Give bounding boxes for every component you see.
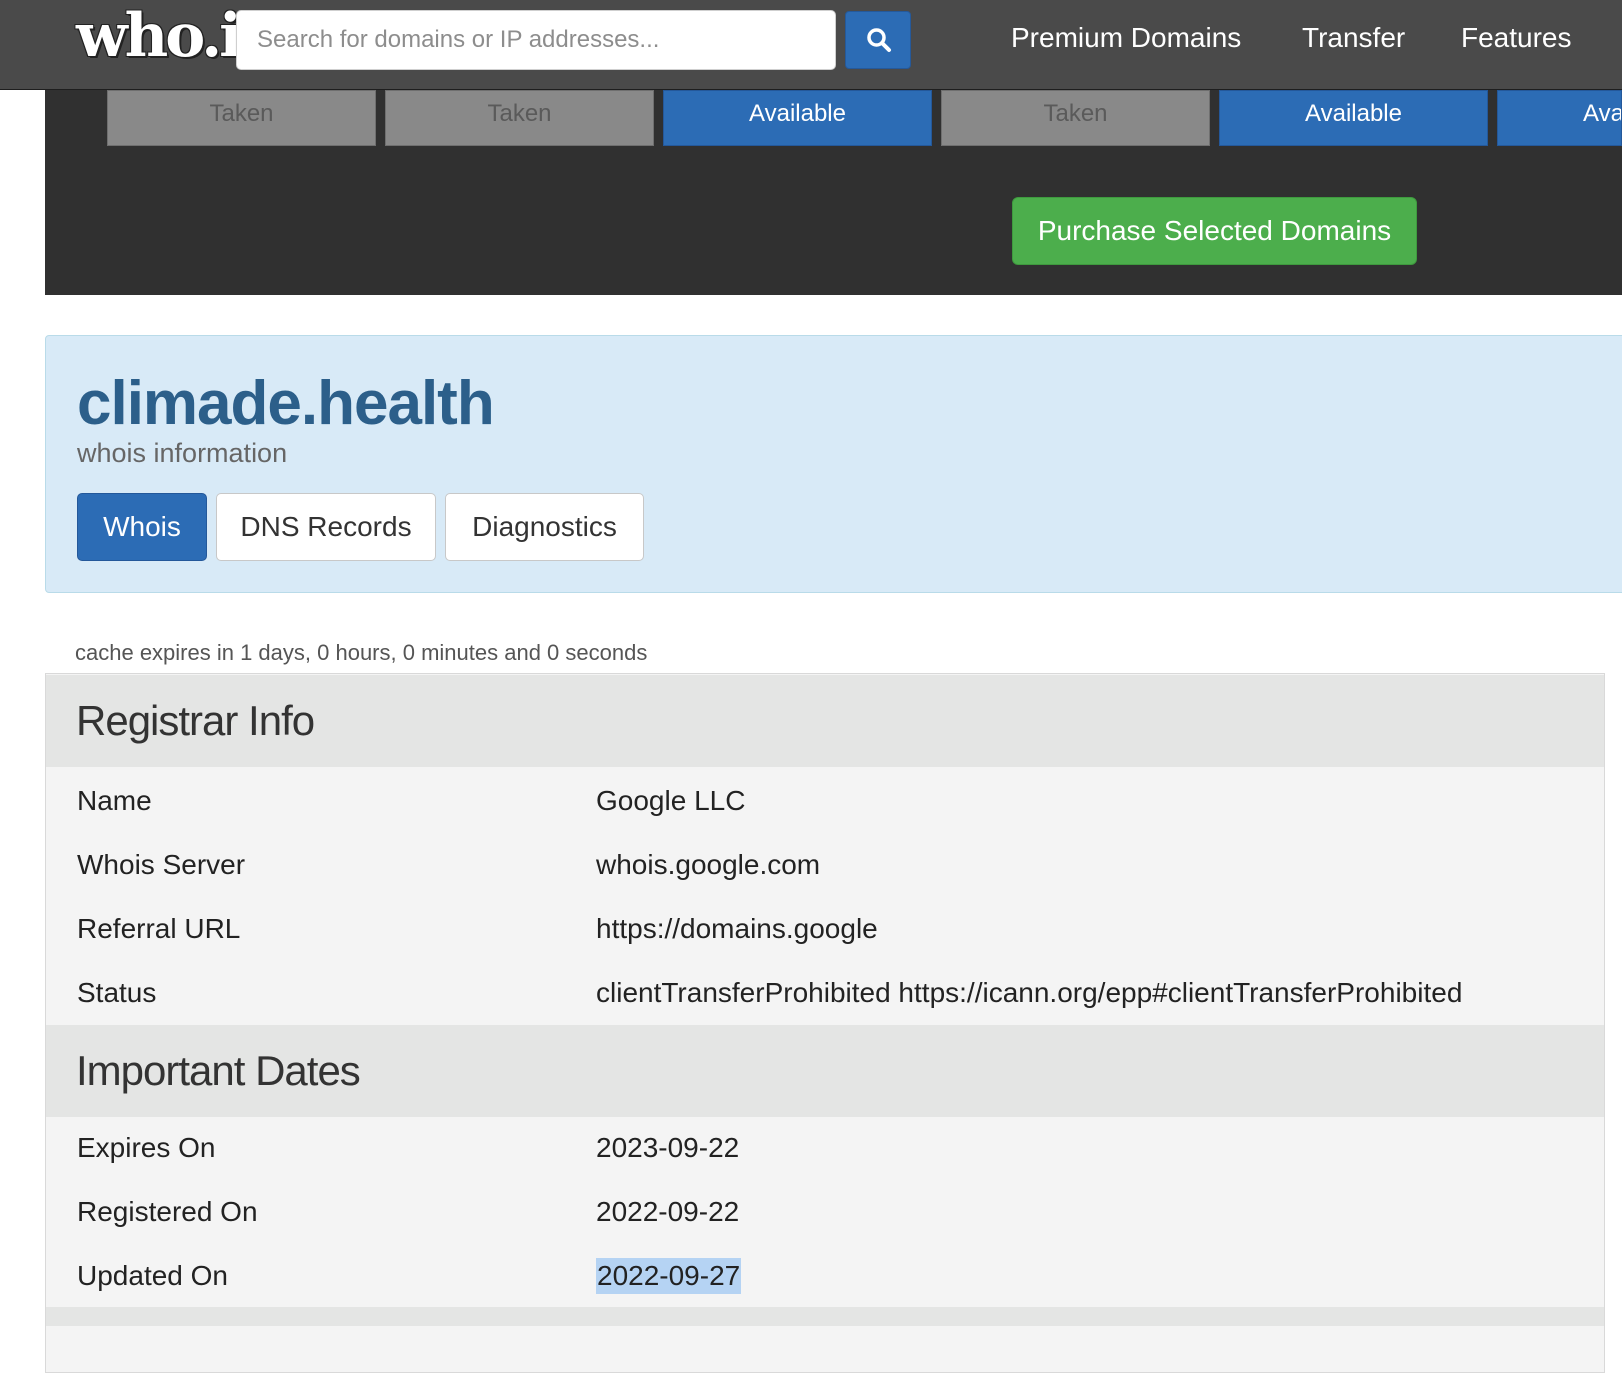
suggestion-tile-available[interactable]: Available xyxy=(663,90,932,146)
whois-info-table xyxy=(45,673,1605,1373)
tab-dns-records[interactable]: DNS Records xyxy=(216,493,436,561)
row-label-registered-on: Registered On xyxy=(77,1196,258,1227)
important-dates-header: Important Dates xyxy=(46,1025,1604,1117)
suggestion-tile-taken[interactable]: Taken xyxy=(107,90,376,146)
row-value-status: clientTransferProhibited https://icann.o… xyxy=(596,977,1463,1008)
section-title: Registrar Info xyxy=(76,697,315,744)
search-input[interactable] xyxy=(236,10,836,70)
row-label-updated-on: Updated On xyxy=(77,1260,228,1291)
next-section-header xyxy=(46,1307,1604,1326)
suggestion-tile-available[interactable]: Available xyxy=(1497,90,1622,146)
search-button[interactable] xyxy=(845,11,911,69)
cache-expiry-note: cache expires in 1 days, 0 hours, 0 minu… xyxy=(75,640,648,665)
nav-transfer[interactable]: Transfer xyxy=(1302,22,1405,54)
row-value-expires-on: 2023-09-22 xyxy=(596,1132,740,1163)
nav-premium-domains[interactable]: Premium Domains xyxy=(1011,22,1241,54)
tab-diagnostics[interactable]: Diagnostics xyxy=(445,493,644,561)
tab-whois[interactable]: Whois xyxy=(77,493,207,561)
row-label-referral-url: Referral URL xyxy=(77,913,241,944)
suggestion-tile-taken[interactable]: Taken xyxy=(941,90,1210,146)
nav-features[interactable]: Features xyxy=(1461,22,1572,54)
domain-title: climade.health xyxy=(77,369,495,438)
top-navbar: who.is Premium Domains Transfer Features xyxy=(0,0,1622,90)
registrar-info-header: Registrar Info xyxy=(46,675,1604,767)
row-value-name: Google LLC xyxy=(596,785,746,816)
row-label-name: Name xyxy=(77,785,152,816)
section-title: Important Dates xyxy=(76,1047,361,1094)
row-value-updated-on: 2022-09-27 xyxy=(596,1258,742,1294)
row-label-status: Status xyxy=(77,977,157,1008)
row-value-referral-url[interactable]: https://domains.google xyxy=(596,913,878,945)
row-label-whois-server: Whois Server xyxy=(77,849,246,880)
magnifier-icon xyxy=(867,28,891,52)
row-value-registered-on: 2022-09-22 xyxy=(596,1196,740,1227)
suggestion-tile-available[interactable]: Available xyxy=(1219,90,1488,146)
row-value-whois-server: whois.google.com xyxy=(596,849,821,880)
suggestion-tile-taken[interactable]: Taken xyxy=(385,90,654,146)
purchase-selected-domains-button[interactable]: Purchase Selected Domains xyxy=(1012,197,1417,265)
domain-subtitle: whois information xyxy=(77,438,288,468)
row-label-expires-on: Expires On xyxy=(77,1132,216,1163)
